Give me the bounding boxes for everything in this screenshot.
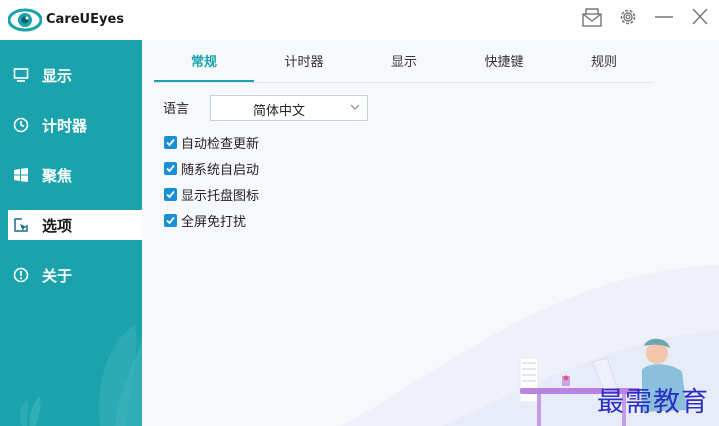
clock-icon <box>12 116 30 134</box>
language-select-value: 简体中文 <box>252 104 305 119</box>
tab-bar: 常规 计时器 显示 快捷键 规则 <box>154 52 654 83</box>
checkbox-label: 全屏免打扰 <box>181 214 247 230</box>
autostart-checkbox[interactable]: 随系统自启动 <box>164 159 260 178</box>
sidebar-item-label: 计时器 <box>42 116 88 135</box>
sidebar: 显示 计时器 聚焦 选项 关于 <box>0 40 142 426</box>
checkbox-label: 显示托盘图标 <box>181 188 260 204</box>
tray-icon-checkbox[interactable]: 显示托盘图标 <box>164 185 260 204</box>
sidebar-item-display[interactable]: 显示 <box>8 60 142 90</box>
tab-rules[interactable]: 规则 <box>554 52 654 80</box>
sidebar-item-timer[interactable]: 计时器 <box>8 110 142 140</box>
sidebar-item-label: 关于 <box>42 266 73 285</box>
chevron-down-icon <box>350 104 360 110</box>
checkbox-label: 自动检查更新 <box>181 136 260 152</box>
sidebar-item-label: 选项 <box>42 216 73 235</box>
sidebar-item-label: 显示 <box>42 66 73 85</box>
checkbox-checked-icon <box>164 135 177 149</box>
tab-timer[interactable]: 计时器 <box>254 52 354 80</box>
language-label: 语言 <box>163 102 190 117</box>
close-icon[interactable] <box>688 6 712 28</box>
app-title: CareUEyes <box>46 12 125 27</box>
info-icon <box>12 266 30 284</box>
watermark-text: 最需教育 <box>597 387 709 418</box>
eye-logo-icon <box>8 8 42 32</box>
checkbox-checked-icon <box>164 187 177 201</box>
monitor-icon <box>12 66 30 84</box>
gear-icon[interactable] <box>616 6 640 28</box>
checkbox-label: 随系统自启动 <box>181 162 260 178</box>
fullscreen-dnd-checkbox[interactable]: 全屏免打扰 <box>164 211 247 230</box>
sidebar-item-options[interactable]: 选项 <box>8 210 142 240</box>
tab-hotkeys[interactable]: 快捷键 <box>454 52 554 80</box>
mail-icon[interactable] <box>580 6 604 28</box>
tab-display[interactable]: 显示 <box>354 52 454 80</box>
content-panel: 常规 计时器 显示 快捷键 规则 语言 简体中文 自动检查更新 随系统自启动 显… <box>142 40 719 426</box>
auto-update-checkbox[interactable]: 自动检查更新 <box>164 133 260 152</box>
sidebar-item-about[interactable]: 关于 <box>8 260 142 290</box>
title-bar: CareUEyes <box>0 0 719 40</box>
sidebar-item-focus[interactable]: 聚焦 <box>8 160 142 190</box>
tab-general[interactable]: 常规 <box>154 52 254 82</box>
windows-icon <box>12 166 30 184</box>
checkbox-checked-icon <box>164 213 177 227</box>
checkbox-checked-icon <box>164 161 177 175</box>
sidebar-item-label: 聚焦 <box>42 166 73 185</box>
language-select[interactable]: 简体中文 <box>210 95 368 121</box>
cursor-icon <box>12 216 30 234</box>
minimize-icon[interactable] <box>652 6 676 28</box>
